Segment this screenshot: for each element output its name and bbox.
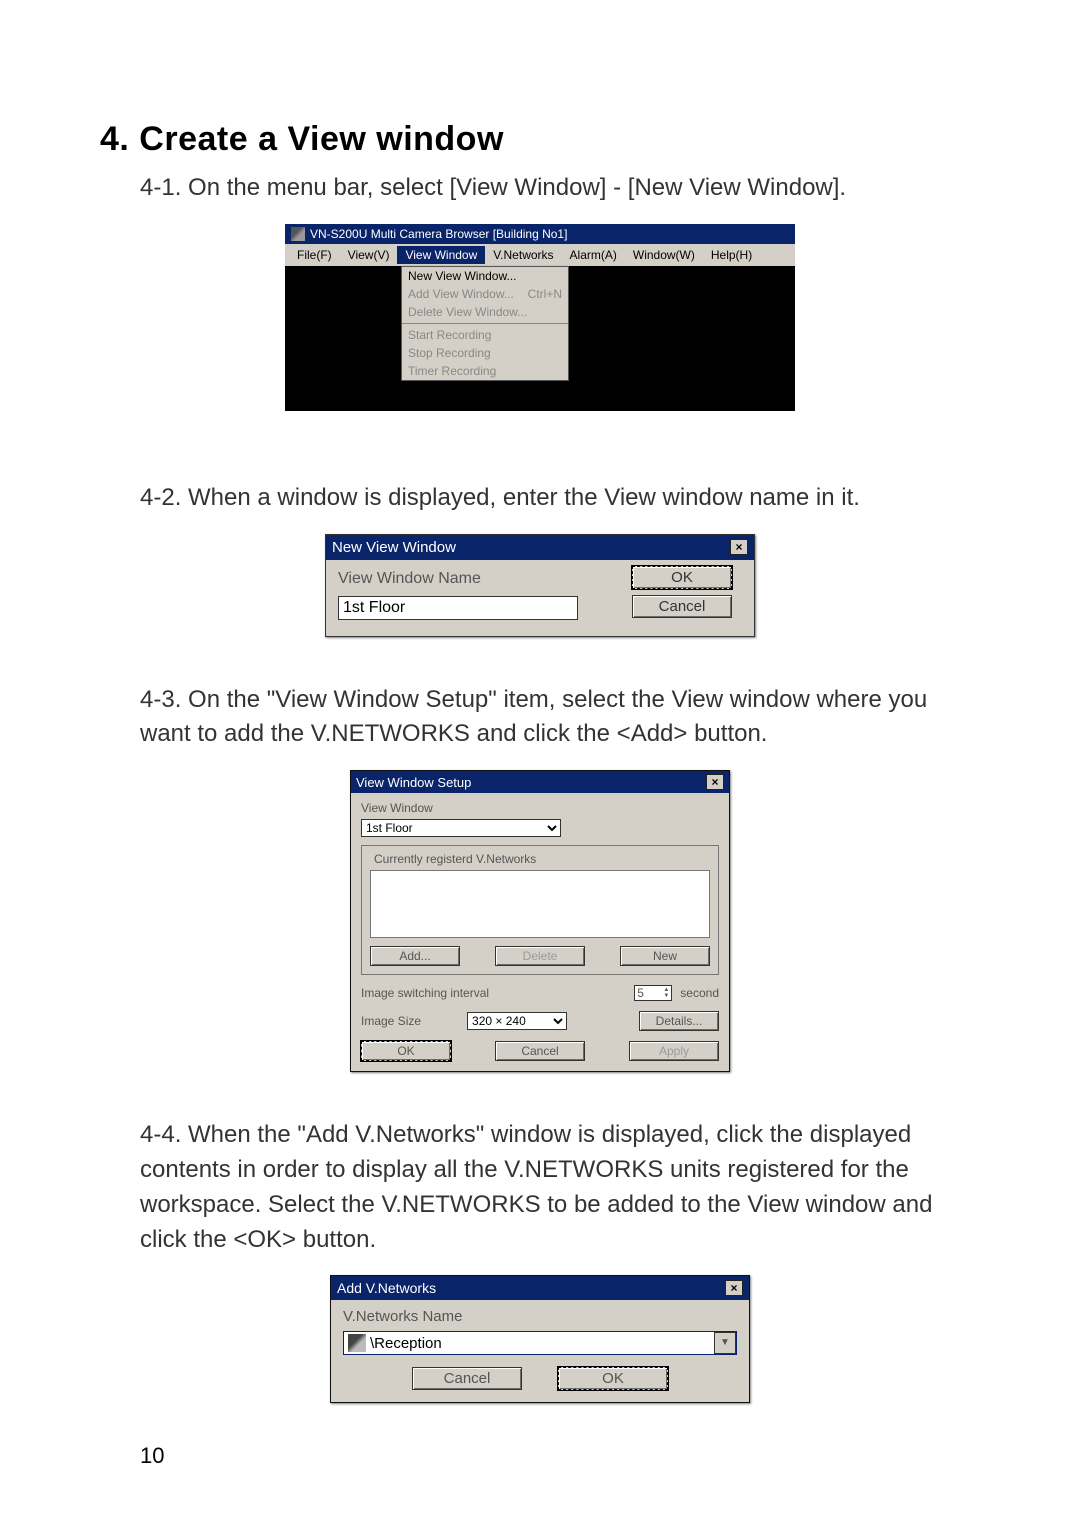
window-title: VN-S200U Multi Camera Browser [Building … xyxy=(310,227,567,241)
dialog-titlebar: New View Window × xyxy=(326,535,754,560)
menu-item-label: Timer Recording xyxy=(408,364,496,378)
figure-name-dialog: New View Window × View Window Name OK Ca… xyxy=(100,534,980,637)
menu-separator xyxy=(402,323,568,324)
figure-add-vnetworks: Add V.Networks × V.Networks Name \Recept… xyxy=(100,1275,980,1403)
cancel-button[interactable]: Cancel xyxy=(495,1041,585,1061)
menu-item-label: New View Window... xyxy=(408,269,517,283)
view-window-select[interactable]: 1st Floor xyxy=(361,819,561,837)
step-4-3: 4-3. On the "View Window Setup" item, se… xyxy=(140,683,980,753)
menu-window[interactable]: Window(W) xyxy=(625,246,703,264)
new-view-window-dialog: New View Window × View Window Name OK Ca… xyxy=(325,534,755,637)
dialog-title: View Window Setup xyxy=(356,775,471,790)
view-window-setup-dialog: View Window Setup × View Window 1st Floo… xyxy=(350,770,730,1072)
camera-icon xyxy=(348,1334,366,1352)
registered-vnetworks-group: Currently registerd V.Networks Add... De… xyxy=(361,845,719,975)
dialog-titlebar: Add V.Networks × xyxy=(331,1276,749,1300)
ok-button[interactable]: OK xyxy=(558,1367,668,1390)
registered-vnetworks-list[interactable] xyxy=(370,870,710,938)
image-size-select[interactable]: 320 × 240 xyxy=(467,1012,567,1030)
figure-view-window-setup: View Window Setup × View Window 1st Floo… xyxy=(100,770,980,1072)
dialog-title: New View Window xyxy=(332,539,456,556)
menu-item-new-view-window[interactable]: New View Window... xyxy=(402,267,568,285)
group-title: Currently registerd V.Networks xyxy=(370,852,540,866)
window-titlebar: VN-S200U Multi Camera Browser [Building … xyxy=(285,224,795,244)
menu-item-stop-recording[interactable]: Stop Recording xyxy=(402,344,568,362)
section-title: 4. Create a View window xyxy=(100,120,980,159)
stepper-arrows-icon[interactable]: ▲▼ xyxy=(663,987,669,999)
add-button[interactable]: Add... xyxy=(370,946,460,966)
step-4-1: 4-1. On the menu bar, select [View Windo… xyxy=(140,171,980,206)
menu-item-label: Delete View Window... xyxy=(408,305,527,319)
cancel-button[interactable]: Cancel xyxy=(632,595,732,618)
dialog-titlebar: View Window Setup × xyxy=(351,771,729,793)
view-window-name-label: View Window Name xyxy=(338,570,622,588)
apply-button[interactable]: Apply xyxy=(629,1041,719,1061)
figure-menubar: VN-S200U Multi Camera Browser [Building … xyxy=(100,224,980,411)
app-window: VN-S200U Multi Camera Browser [Building … xyxy=(285,224,795,411)
close-icon[interactable]: × xyxy=(725,1280,743,1296)
chevron-down-icon[interactable]: ▼ xyxy=(714,1332,736,1354)
menu-item-add-view-window[interactable]: Add View Window... Ctrl+N xyxy=(402,285,568,303)
menu-dropdown: New View Window... Add View Window... Ct… xyxy=(401,266,569,381)
add-vnetworks-dialog: Add V.Networks × V.Networks Name \Recept… xyxy=(330,1275,750,1403)
menu-help[interactable]: Help(H) xyxy=(703,246,760,264)
menu-item-timer-recording[interactable]: Timer Recording xyxy=(402,362,568,380)
switch-interval-stepper[interactable]: 5 ▲▼ xyxy=(634,985,672,1001)
page-number: 10 xyxy=(140,1443,980,1469)
menu-item-label: Start Recording xyxy=(408,328,491,342)
menubar[interactable]: File(F) View(V) View Window V.Networks A… xyxy=(285,244,795,266)
close-icon[interactable]: × xyxy=(706,774,724,790)
menu-item-delete-view-window[interactable]: Delete View Window... xyxy=(402,303,568,321)
menu-alarm[interactable]: Alarm(A) xyxy=(562,246,625,264)
menu-file[interactable]: File(F) xyxy=(289,246,340,264)
app-icon xyxy=(291,227,305,241)
menu-item-start-recording[interactable]: Start Recording xyxy=(402,326,568,344)
dialog-title: Add V.Networks xyxy=(337,1280,436,1296)
menu-view[interactable]: View(V) xyxy=(340,246,398,264)
switch-interval-unit: second xyxy=(680,986,719,1000)
details-button[interactable]: Details... xyxy=(639,1011,719,1031)
view-window-name-input[interactable] xyxy=(338,596,578,620)
switch-interval-label: Image switching interval xyxy=(361,986,489,1000)
menu-view-window[interactable]: View Window xyxy=(397,246,485,264)
vnetworks-name-combo[interactable]: \Reception ▼ xyxy=(343,1331,737,1355)
close-icon[interactable]: × xyxy=(730,539,748,555)
vnetworks-name-value: \Reception xyxy=(370,1335,714,1352)
menu-vnetworks[interactable]: V.Networks xyxy=(485,246,561,264)
ok-button[interactable]: OK xyxy=(632,566,732,589)
switch-interval-value: 5 xyxy=(637,986,644,1000)
image-size-label: Image Size xyxy=(361,1014,421,1028)
app-body-blank xyxy=(285,381,795,411)
step-4-2: 4-2. When a window is displayed, enter t… xyxy=(140,481,980,516)
ok-button[interactable]: OK xyxy=(361,1041,451,1061)
view-window-label: View Window xyxy=(361,801,719,815)
menu-item-label: Stop Recording xyxy=(408,346,491,360)
step-4-4: 4-4. When the "Add V.Networks" window is… xyxy=(140,1118,980,1257)
vnetworks-name-label: V.Networks Name xyxy=(343,1308,737,1325)
menu-item-label: Add View Window... xyxy=(408,287,514,301)
cancel-button[interactable]: Cancel xyxy=(412,1367,522,1390)
delete-button[interactable]: Delete xyxy=(495,946,585,966)
new-button[interactable]: New xyxy=(620,946,710,966)
menu-item-shortcut: Ctrl+N xyxy=(528,287,562,301)
